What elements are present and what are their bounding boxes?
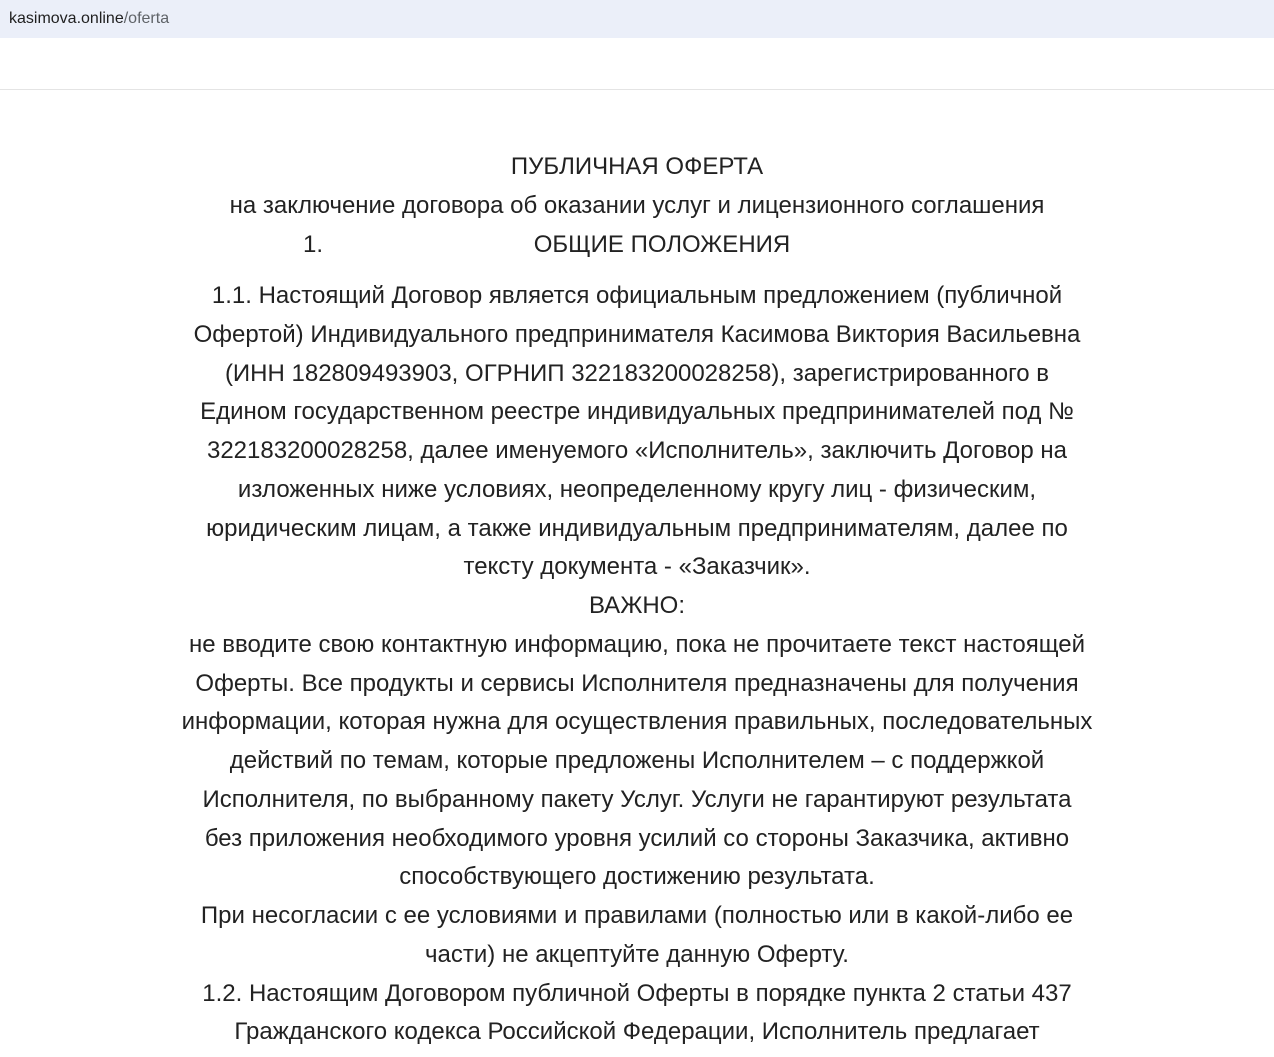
paragraph-line: изложенных ниже условиях, неопределенном… (237, 476, 1037, 503)
site-header (0, 38, 1274, 90)
document-title: ПУБЛИЧНАЯ ОФЕРТА (510, 153, 764, 180)
url-text[interactable]: kasimova.online/oferta (9, 9, 169, 29)
important-heading: ВАЖНО: (588, 592, 686, 619)
paragraph-line: 1.1. Настоящий Договор является официаль… (211, 282, 1063, 309)
paragraph-line: (ИНН 182809493903, ОГРНИП 32218320002825… (224, 360, 1050, 387)
address-bar[interactable]: kasimova.online/oferta (0, 0, 1274, 38)
paragraph-line: тексту документа - «Заказчик». (463, 553, 811, 580)
paragraph-line: 322183200028258, далее именуемого «Испол… (206, 437, 1068, 464)
paragraph-line: способствующего достижению результата. (399, 863, 875, 890)
paragraph-line: При несогласии с ее условиями и правилам… (200, 902, 1074, 929)
paragraph-line: действий по темам, которые предложены Ис… (229, 747, 1045, 774)
section-title: ОБЩИЕ ПОЛОЖЕНИЯ (533, 231, 791, 258)
paragraph-line: Исполнителя, по выбранному пакету Услуг.… (202, 786, 1072, 813)
document-subtitle: на заключение договора об оказании услуг… (229, 192, 1045, 219)
paragraph-line: Офертой) Индивидуального предпринимателя… (193, 321, 1081, 348)
paragraph-line: информации, которая нужна для осуществле… (181, 708, 1093, 735)
paragraph-line: юридическим лицам, а также индивидуальны… (206, 515, 1068, 542)
paragraph-line: части) не акцептуйте данную Оферту. (425, 941, 849, 968)
url-path: /oferta (123, 10, 170, 27)
paragraph-line: не вводите свою контактную информацию, п… (188, 631, 1085, 658)
paragraph-line: 1.2. Настоящим Договором публичной Оферт… (202, 980, 1072, 1007)
paragraph-line: без приложения необходимого уровня усили… (204, 825, 1070, 852)
paragraph-line: Оферты. Все продукты и сервисы Исполните… (195, 670, 1079, 697)
url-domain: kasimova.online (9, 10, 124, 27)
paragraph-line: Едином государственном реестре индивидуа… (200, 398, 1074, 425)
paragraph-line: Гражданского кодекса Российской Федераци… (234, 1018, 1040, 1045)
